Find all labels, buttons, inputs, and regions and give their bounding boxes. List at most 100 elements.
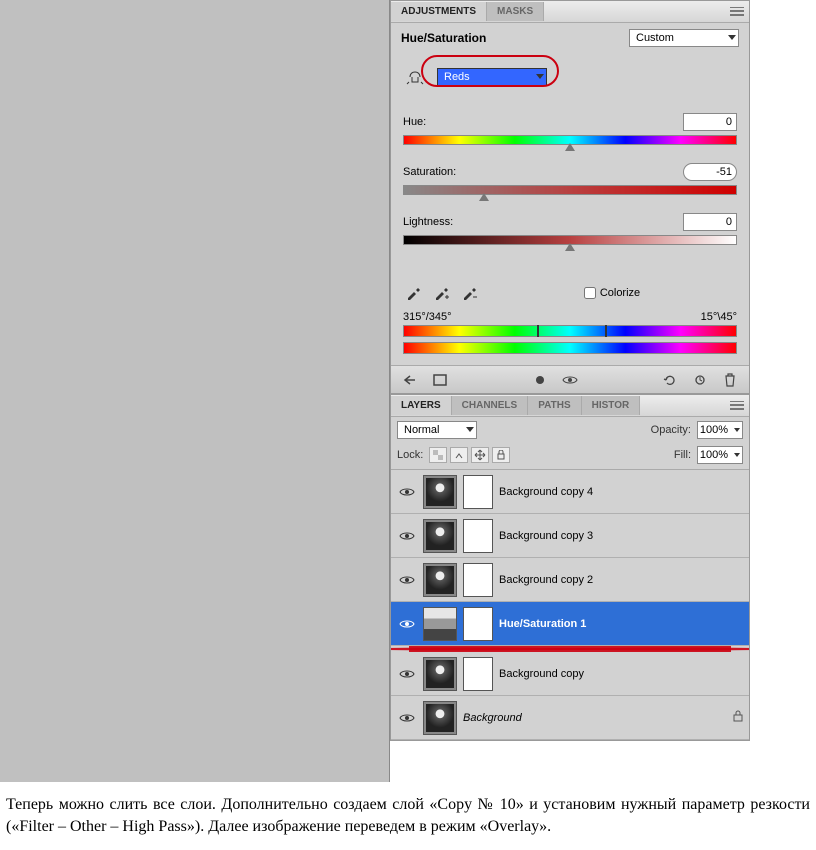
lightness-value-input[interactable]: 0: [683, 213, 737, 231]
back-button-icon[interactable]: [397, 370, 423, 390]
layers-tab-bar: LAYERS CHANNELS PATHS HISTOR: [391, 395, 749, 417]
layer-name-label: Background copy 4: [499, 486, 593, 498]
layer-row[interactable]: Background: [391, 696, 749, 740]
opacity-value: 100%: [700, 424, 728, 436]
layer-row[interactable]: Background copy 2: [391, 558, 749, 602]
lock-transparency-icon[interactable]: [429, 447, 447, 463]
layer-name-label: Background copy: [499, 668, 584, 680]
tab-history[interactable]: HISTOR: [582, 396, 641, 415]
reset-icon[interactable]: [657, 370, 683, 390]
lock-position-icon[interactable]: [471, 447, 489, 463]
chevron-down-icon: [734, 453, 740, 457]
chevron-down-icon: [728, 35, 736, 40]
colorize-label: Colorize: [600, 287, 640, 299]
layer-mask-thumb[interactable]: [463, 607, 493, 641]
layer-mask-thumb[interactable]: [463, 519, 493, 553]
tab-adjustments[interactable]: ADJUSTMENTS: [391, 2, 487, 21]
visibility-eye-icon[interactable]: [397, 570, 417, 590]
preset-dropdown-label: Custom: [636, 32, 674, 44]
lightness-slider-group: Lightness: 0: [391, 203, 749, 253]
visibility-eye-icon[interactable]: [397, 614, 417, 634]
clip-to-layer-icon[interactable]: [527, 370, 553, 390]
fill-label: Fill:: [674, 449, 691, 461]
layer-name-label: Background copy 2: [499, 574, 593, 586]
layer-thumb[interactable]: [423, 475, 457, 509]
document-body-text: Теперь можно слить все слои. Дополнитель…: [0, 782, 816, 845]
layer-mask-thumb[interactable]: [463, 657, 493, 691]
visibility-icon[interactable]: [557, 370, 583, 390]
lock-all-icon[interactable]: [492, 447, 510, 463]
range-strip-bottom: [403, 342, 737, 354]
eyedropper-minus-icon[interactable]: [459, 283, 479, 303]
adjustments-panel: ADJUSTMENTS MASKS Hue/Saturation Custom: [390, 0, 750, 394]
layer-row[interactable]: Hue/Saturation 1: [391, 602, 749, 646]
lock-icon: [733, 710, 743, 725]
adjustments-tab-bar: ADJUSTMENTS MASKS: [391, 1, 749, 23]
reset-to-default-icon[interactable]: [687, 370, 713, 390]
range-start-text: 315°/345°: [403, 311, 452, 323]
layer-row[interactable]: Background copy: [391, 652, 749, 696]
tab-channels[interactable]: CHANNELS: [452, 396, 529, 415]
layer-mask-thumb[interactable]: [463, 475, 493, 509]
panel-menu-icon[interactable]: [729, 5, 745, 19]
visibility-eye-icon[interactable]: [397, 526, 417, 546]
preset-dropdown[interactable]: Custom: [629, 29, 739, 47]
trash-icon[interactable]: [717, 370, 743, 390]
hue-value-input[interactable]: 0: [683, 113, 737, 131]
hue-label: Hue:: [403, 116, 426, 128]
fill-input[interactable]: 100%: [697, 446, 743, 464]
expand-view-icon[interactable]: [427, 370, 453, 390]
opacity-input[interactable]: 100%: [697, 421, 743, 439]
canvas-workspace: [0, 0, 390, 782]
layer-row[interactable]: Background copy 4: [391, 470, 749, 514]
lightness-slider-track[interactable]: [403, 235, 737, 245]
saturation-value-input[interactable]: -51: [683, 163, 737, 181]
adjustment-title: Hue/Saturation: [401, 31, 486, 45]
layer-mask-thumb[interactable]: [463, 563, 493, 597]
chevron-down-icon: [536, 74, 544, 79]
saturation-slider-thumb[interactable]: [479, 193, 489, 201]
visibility-eye-icon[interactable]: [397, 664, 417, 684]
lightness-slider-thumb[interactable]: [565, 243, 575, 251]
colorize-checkbox[interactable]: [584, 287, 596, 299]
visibility-eye-icon[interactable]: [397, 482, 417, 502]
layer-name-label: Hue/Saturation 1: [499, 618, 586, 630]
color-range-label: Reds: [444, 71, 470, 83]
fill-value: 100%: [700, 449, 728, 461]
tab-masks[interactable]: MASKS: [487, 2, 544, 21]
range-strip-top[interactable]: [403, 325, 737, 337]
opacity-label: Opacity:: [651, 424, 691, 436]
blend-mode-label: Normal: [404, 424, 439, 436]
visibility-eye-icon[interactable]: [397, 708, 417, 728]
blend-mode-dropdown[interactable]: Normal: [397, 421, 477, 439]
tab-layers[interactable]: LAYERS: [391, 396, 452, 415]
hue-slider-thumb[interactable]: [565, 143, 575, 151]
layer-thumb[interactable]: [423, 701, 457, 735]
chevron-down-icon: [466, 427, 474, 432]
layers-panel: LAYERS CHANNELS PATHS HISTOR Normal Opac…: [390, 394, 750, 741]
hue-slider-track[interactable]: [403, 135, 737, 145]
eyedropper-plus-icon[interactable]: [431, 283, 451, 303]
layer-thumb[interactable]: [423, 519, 457, 553]
layer-row[interactable]: Background copy 3: [391, 514, 749, 558]
range-end-text: 15°\45°: [701, 311, 737, 323]
eyedropper-icon[interactable]: [403, 283, 423, 303]
tab-paths[interactable]: PATHS: [528, 396, 581, 415]
hue-slider-group: Hue: 0: [391, 103, 749, 153]
layers-list: Background copy 4 Background copy 3 Backgr…: [391, 470, 749, 740]
chevron-down-icon: [734, 428, 740, 432]
layer-thumb[interactable]: [423, 657, 457, 691]
panel-menu-icon[interactable]: [729, 399, 745, 413]
lightness-label: Lightness:: [403, 216, 453, 228]
targeted-adjustment-icon[interactable]: [403, 65, 427, 89]
layer-thumb[interactable]: [423, 563, 457, 597]
saturation-slider-track[interactable]: [403, 185, 737, 195]
color-range-dropdown[interactable]: Reds: [437, 68, 547, 86]
adjustments-footer: [391, 365, 749, 393]
saturation-label: Saturation:: [403, 166, 456, 178]
lock-image-icon[interactable]: [450, 447, 468, 463]
saturation-slider-group: Saturation: -51: [391, 153, 749, 203]
layer-name-label: Background copy 3: [499, 530, 593, 542]
layer-name-label: Background: [463, 712, 522, 724]
adjustment-layer-thumb[interactable]: [423, 607, 457, 641]
